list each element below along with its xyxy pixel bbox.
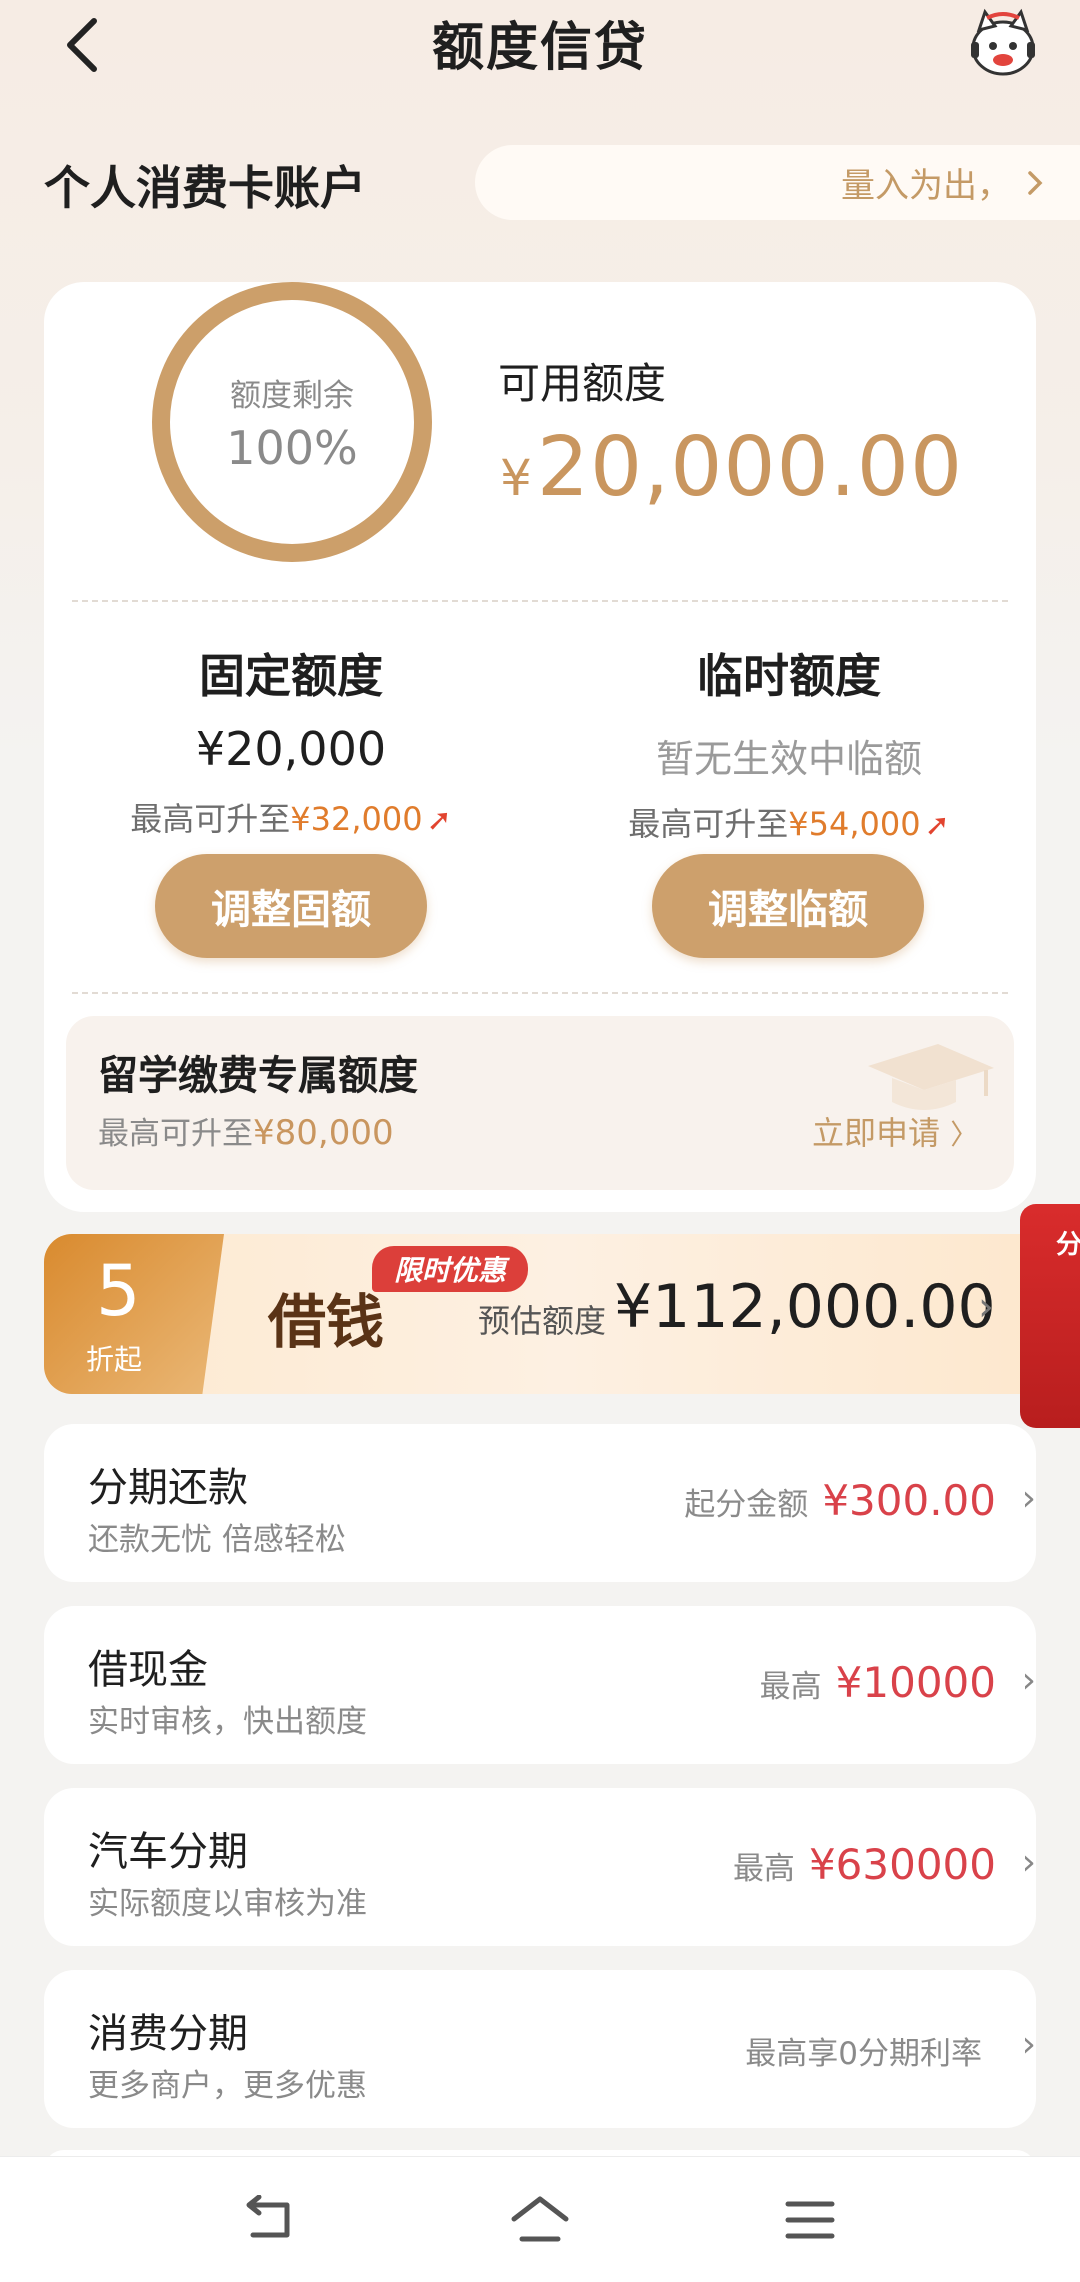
list-item-value: ¥300.00 [822, 1476, 996, 1525]
list-item-right: 最高享0分期利率 [745, 2028, 996, 2073]
chevron-right-icon: › [1021, 1660, 1036, 1701]
list-item-value: ¥630000 [808, 1840, 996, 1889]
available-label: 可用额度 [498, 359, 667, 408]
study-title: 留学缴费专属额度 [98, 1053, 418, 1099]
available-value: 20,000.00 [536, 420, 964, 515]
list-item-right: 最高 ¥630000 [733, 1840, 996, 1889]
loan-title: 借钱 [268, 1288, 385, 1356]
list-item-label: 最高 [732, 1851, 795, 1887]
list-item-title: 分期还款 [88, 1465, 248, 1511]
list-item-subtitle: 实际额度以审核为准 [88, 1886, 367, 1922]
side-promo-text: 分 [1056, 1230, 1080, 1260]
list-item-title: 消费分期 [88, 2011, 248, 2057]
promo-tag: 限时优惠 [372, 1246, 528, 1292]
study-max-value: ¥80,000 [253, 1113, 394, 1153]
apply-now-link[interactable]: 立即申请 〉 [812, 1108, 978, 1154]
ring-value: 100% [226, 420, 358, 475]
nav-menu-button[interactable] [780, 2190, 840, 2250]
adjust-fixed-button[interactable]: 调整固额 [155, 854, 427, 958]
estimate-label: 预估额度 [478, 1302, 607, 1340]
slogan-banner[interactable]: 量入为出， [475, 145, 1080, 220]
temporary-status: 暂无生效中临额 [655, 737, 922, 781]
page-title: 额度信贷 [431, 18, 648, 78]
chevron-right-icon [1028, 170, 1043, 195]
list-item-subtitle: 更多商户，更多优惠 [88, 2068, 367, 2104]
fixed-amount: ¥20,000 [195, 722, 387, 776]
nav-home-button[interactable] [510, 2190, 570, 2250]
fixed-max-prefix: 最高可升至 [130, 800, 291, 838]
ring-label: 额度剩余 [230, 377, 354, 414]
chevron-right-icon: › [1021, 2024, 1036, 2065]
list-item-right: 起分金额 ¥300.00 [684, 1476, 996, 1525]
back-arrow-icon [246, 2195, 290, 2238]
list-item-title: 汽车分期 [88, 1829, 248, 1875]
fixed-title: 固定额度 [199, 649, 383, 703]
apply-now-label: 立即申请 [812, 1114, 941, 1152]
remaining-ring: 额度剩余 100% [152, 282, 432, 562]
divider [72, 600, 1008, 602]
study-max-prefix: 最高可升至 [98, 1116, 253, 1152]
temporary-max: 最高可升至¥54,000 ➚ [574, 799, 1004, 845]
up-arrow-icon: ➚ [924, 808, 950, 843]
list-item-title: 借现金 [88, 1647, 208, 1693]
chevron-right-icon: 〉 [950, 1118, 979, 1151]
fixed-quota: 固定额度 ¥20,000 最高可升至¥32,000 ➚ [76, 640, 506, 840]
chevron-right-icon: › [1021, 1842, 1036, 1883]
divider [72, 992, 1008, 994]
estimate-amount: ¥112,000.00 [614, 1272, 996, 1342]
available-amount: ¥20,000.00 [500, 420, 963, 515]
temporary-title: 临时额度 [697, 649, 881, 703]
list-item-subtitle: 实时审核，快出额度 [88, 1704, 367, 1740]
currency-symbol: ¥ [500, 449, 533, 507]
chevron-right-icon: › [1021, 1478, 1036, 1519]
list-item-value: ¥10000 [835, 1658, 996, 1707]
discount-unit: 折起 [86, 1343, 143, 1376]
mascot-avatar-icon [971, 8, 1035, 76]
adjust-temporary-button[interactable]: 调整临额 [652, 854, 924, 958]
fixed-max-value: ¥32,000 [290, 800, 423, 838]
fixed-max: 最高可升至¥32,000 ➚ [76, 794, 506, 840]
slogan-text: 量入为出， [841, 166, 1011, 206]
account-title: 个人消费卡账户 [44, 161, 366, 215]
list-item-label: 起分金额 [684, 1487, 809, 1523]
home-icon [511, 2196, 569, 2242]
menu-icon [785, 2201, 835, 2239]
list-item-label: 最高 [759, 1669, 822, 1705]
list-item-label: 最高享0分期利率 [745, 2036, 982, 2072]
study-max: 最高可升至¥80,000 [98, 1108, 394, 1153]
nav-back-button[interactable] [241, 2190, 301, 2250]
temporary-max-value: ¥54,000 [788, 805, 921, 843]
list-item-right: 最高 ¥10000 [760, 1658, 996, 1707]
graduation-cap-icon [868, 1044, 994, 1110]
up-arrow-icon: ➚ [426, 803, 452, 838]
chevron-right-icon: › [978, 1284, 994, 1330]
discount-number: 5 [96, 1250, 141, 1332]
temporary-max-prefix: 最高可升至 [628, 805, 789, 843]
temporary-quota: 临时额度 暂无生效中临额 最高可升至¥54,000 ➚ [574, 640, 1004, 845]
assistant-button[interactable] [965, 8, 1041, 78]
list-item-subtitle: 还款无忧 倍感轻松 [88, 1522, 346, 1558]
